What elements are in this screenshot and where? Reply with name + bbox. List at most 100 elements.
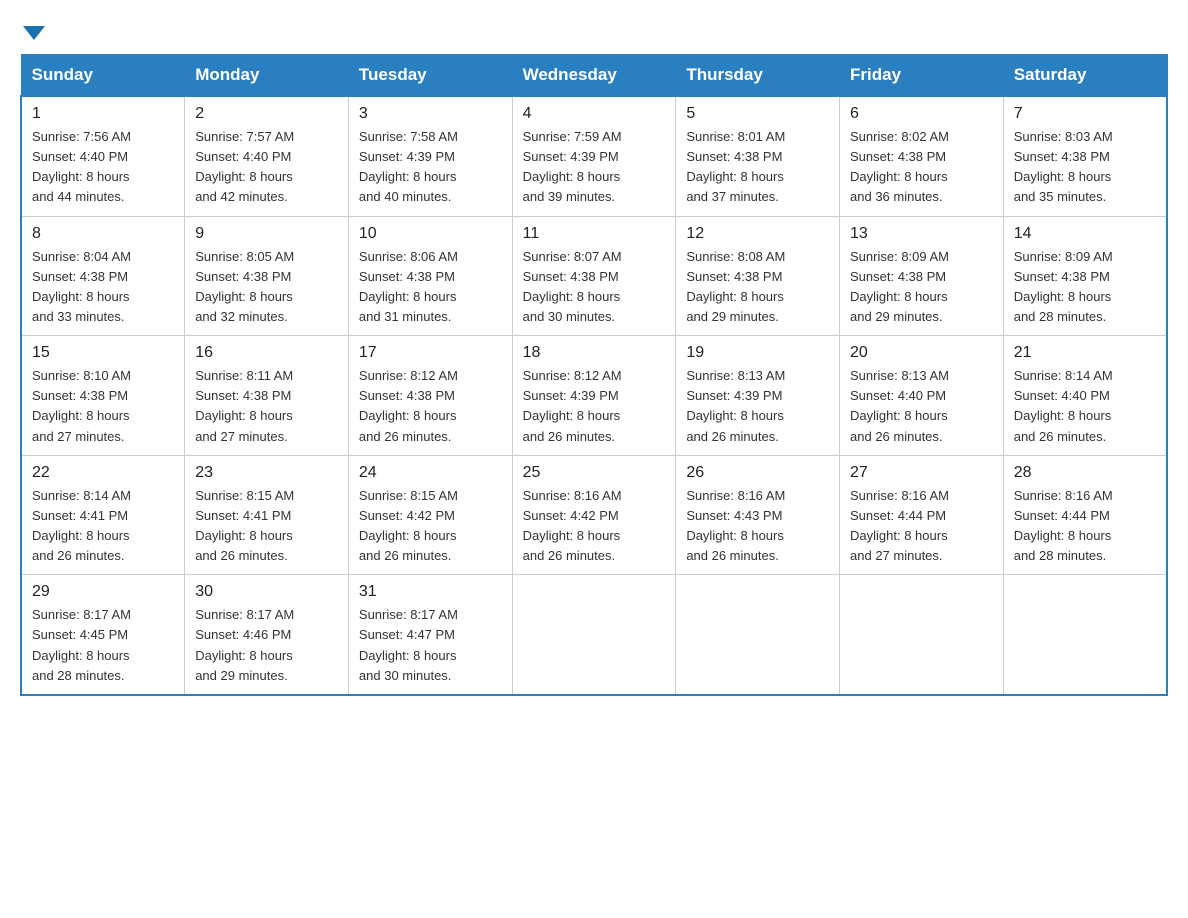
day-info: Sunrise: 8:07 AMSunset: 4:38 PMDaylight:… — [523, 247, 666, 328]
day-info: Sunrise: 8:02 AMSunset: 4:38 PMDaylight:… — [850, 127, 993, 208]
day-info: Sunrise: 8:13 AMSunset: 4:39 PMDaylight:… — [686, 366, 829, 447]
calendar-cell: 8Sunrise: 8:04 AMSunset: 4:38 PMDaylight… — [21, 216, 185, 336]
calendar-cell: 28Sunrise: 8:16 AMSunset: 4:44 PMDayligh… — [1003, 455, 1167, 575]
day-number: 1 — [32, 105, 174, 123]
day-number: 26 — [686, 464, 829, 482]
day-number: 19 — [686, 344, 829, 362]
day-number: 5 — [686, 105, 829, 123]
logo-triangle-icon — [23, 26, 45, 40]
calendar-cell: 5 Sunrise: 8:01 AMSunset: 4:38 PMDaylight… — [676, 96, 840, 216]
day-number: 11 — [523, 225, 666, 243]
calendar-cell: 17 Sunrise: 8:12 AMSunset: 4:38 PMDayligh… — [348, 336, 512, 456]
day-number: 22 — [32, 464, 174, 482]
header-monday: Monday — [185, 55, 349, 97]
day-info: Sunrise: 8:14 AMSunset: 4:40 PMDaylight:… — [1014, 366, 1156, 447]
day-info: Sunrise: 8:12 AMSunset: 4:39 PMDaylight:… — [523, 366, 666, 447]
calendar-cell: 9Sunrise: 8:05 AMSunset: 4:38 PMDaylight… — [185, 216, 349, 336]
header-wednesday: Wednesday — [512, 55, 676, 97]
header-sunday: Sunday — [21, 55, 185, 97]
header-thursday: Thursday — [676, 55, 840, 97]
calendar-week-row: 1 Sunrise: 7:56 AMSunset: 4:40 PMDaylight… — [21, 96, 1167, 216]
calendar-cell: 24 Sunrise: 8:15 AMSunset: 4:42 PMDayligh… — [348, 455, 512, 575]
page-header — [20, 20, 1168, 38]
calendar-cell: 23Sunrise: 8:15 AMSunset: 4:41 PMDayligh… — [185, 455, 349, 575]
day-number: 6 — [850, 105, 993, 123]
day-number: 31 — [359, 583, 502, 601]
day-number: 14 — [1014, 225, 1156, 243]
day-number: 25 — [523, 464, 666, 482]
day-info: Sunrise: 8:03 AMSunset: 4:38 PMDaylight:… — [1014, 127, 1156, 208]
day-number: 28 — [1014, 464, 1156, 482]
day-number: 27 — [850, 464, 993, 482]
calendar-cell: 2 Sunrise: 7:57 AMSunset: 4:40 PMDaylight… — [185, 96, 349, 216]
day-info: Sunrise: 8:17 AMSunset: 4:46 PMDaylight:… — [195, 605, 338, 686]
day-info: Sunrise: 8:16 AMSunset: 4:44 PMDaylight:… — [850, 486, 993, 567]
calendar-cell: 10 Sunrise: 8:06 AMSunset: 4:38 PMDayligh… — [348, 216, 512, 336]
day-info: Sunrise: 8:14 AMSunset: 4:41 PMDaylight:… — [32, 486, 174, 567]
day-info: Sunrise: 8:01 AMSunset: 4:38 PMDaylight:… — [686, 127, 829, 208]
day-info: Sunrise: 7:57 AMSunset: 4:40 PMDaylight:… — [195, 127, 338, 208]
day-number: 23 — [195, 464, 338, 482]
day-number: 13 — [850, 225, 993, 243]
day-info: Sunrise: 8:16 AMSunset: 4:42 PMDaylight:… — [523, 486, 666, 567]
calendar-cell — [1003, 575, 1167, 695]
calendar-week-row: 22 Sunrise: 8:14 AMSunset: 4:41 PMDayligh… — [21, 455, 1167, 575]
day-info: Sunrise: 7:58 AMSunset: 4:39 PMDaylight:… — [359, 127, 502, 208]
day-info: Sunrise: 8:11 AMSunset: 4:38 PMDaylight:… — [195, 366, 338, 447]
calendar-cell: 7 Sunrise: 8:03 AMSunset: 4:38 PMDaylight… — [1003, 96, 1167, 216]
day-number: 18 — [523, 344, 666, 362]
calendar-cell: 16 Sunrise: 8:11 AMSunset: 4:38 PMDayligh… — [185, 336, 349, 456]
calendar-cell: 31 Sunrise: 8:17 AMSunset: 4:47 PMDayligh… — [348, 575, 512, 695]
calendar-week-row: 8Sunrise: 8:04 AMSunset: 4:38 PMDaylight… — [21, 216, 1167, 336]
calendar-cell: 13 Sunrise: 8:09 AMSunset: 4:38 PMDayligh… — [840, 216, 1004, 336]
calendar-week-row: 15Sunrise: 8:10 AMSunset: 4:38 PMDayligh… — [21, 336, 1167, 456]
calendar-cell — [676, 575, 840, 695]
calendar-cell: 14 Sunrise: 8:09 AMSunset: 4:38 PMDayligh… — [1003, 216, 1167, 336]
day-number: 29 — [32, 583, 174, 601]
calendar-cell: 15Sunrise: 8:10 AMSunset: 4:38 PMDayligh… — [21, 336, 185, 456]
calendar-week-row: 29 Sunrise: 8:17 AMSunset: 4:45 PMDayligh… — [21, 575, 1167, 695]
calendar-table: SundayMondayTuesdayWednesdayThursdayFrid… — [20, 54, 1168, 696]
calendar-cell: 26 Sunrise: 8:16 AMSunset: 4:43 PMDayligh… — [676, 455, 840, 575]
day-number: 24 — [359, 464, 502, 482]
day-info: Sunrise: 8:08 AMSunset: 4:38 PMDaylight:… — [686, 247, 829, 328]
calendar-cell: 19 Sunrise: 8:13 AMSunset: 4:39 PMDayligh… — [676, 336, 840, 456]
calendar-header-row: SundayMondayTuesdayWednesdayThursdayFrid… — [21, 55, 1167, 97]
day-info: Sunrise: 8:09 AMSunset: 4:38 PMDaylight:… — [1014, 247, 1156, 328]
day-info: Sunrise: 8:17 AMSunset: 4:45 PMDaylight:… — [32, 605, 174, 686]
day-info: Sunrise: 8:15 AMSunset: 4:42 PMDaylight:… — [359, 486, 502, 567]
calendar-cell — [512, 575, 676, 695]
calendar-cell: 12 Sunrise: 8:08 AMSunset: 4:38 PMDayligh… — [676, 216, 840, 336]
calendar-cell: 11 Sunrise: 8:07 AMSunset: 4:38 PMDayligh… — [512, 216, 676, 336]
day-number: 10 — [359, 225, 502, 243]
header-friday: Friday — [840, 55, 1004, 97]
day-info: Sunrise: 8:17 AMSunset: 4:47 PMDaylight:… — [359, 605, 502, 686]
logo — [20, 20, 45, 38]
day-number: 9 — [195, 225, 338, 243]
day-number: 7 — [1014, 105, 1156, 123]
calendar-cell: 4Sunrise: 7:59 AMSunset: 4:39 PMDaylight… — [512, 96, 676, 216]
day-number: 8 — [32, 225, 174, 243]
day-info: Sunrise: 8:06 AMSunset: 4:38 PMDaylight:… — [359, 247, 502, 328]
calendar-cell — [840, 575, 1004, 695]
day-number: 17 — [359, 344, 502, 362]
day-number: 20 — [850, 344, 993, 362]
day-info: Sunrise: 8:16 AMSunset: 4:43 PMDaylight:… — [686, 486, 829, 567]
calendar-cell: 21 Sunrise: 8:14 AMSunset: 4:40 PMDayligh… — [1003, 336, 1167, 456]
day-number: 12 — [686, 225, 829, 243]
calendar-cell: 27 Sunrise: 8:16 AMSunset: 4:44 PMDayligh… — [840, 455, 1004, 575]
day-number: 30 — [195, 583, 338, 601]
day-info: Sunrise: 7:56 AMSunset: 4:40 PMDaylight:… — [32, 127, 174, 208]
day-number: 2 — [195, 105, 338, 123]
day-info: Sunrise: 8:12 AMSunset: 4:38 PMDaylight:… — [359, 366, 502, 447]
calendar-cell: 25 Sunrise: 8:16 AMSunset: 4:42 PMDayligh… — [512, 455, 676, 575]
calendar-cell: 3 Sunrise: 7:58 AMSunset: 4:39 PMDaylight… — [348, 96, 512, 216]
calendar-cell: 20Sunrise: 8:13 AMSunset: 4:40 PMDayligh… — [840, 336, 1004, 456]
day-number: 16 — [195, 344, 338, 362]
calendar-cell: 1 Sunrise: 7:56 AMSunset: 4:40 PMDaylight… — [21, 96, 185, 216]
calendar-cell: 18 Sunrise: 8:12 AMSunset: 4:39 PMDayligh… — [512, 336, 676, 456]
day-number: 21 — [1014, 344, 1156, 362]
day-info: Sunrise: 8:09 AMSunset: 4:38 PMDaylight:… — [850, 247, 993, 328]
header-saturday: Saturday — [1003, 55, 1167, 97]
day-number: 3 — [359, 105, 502, 123]
